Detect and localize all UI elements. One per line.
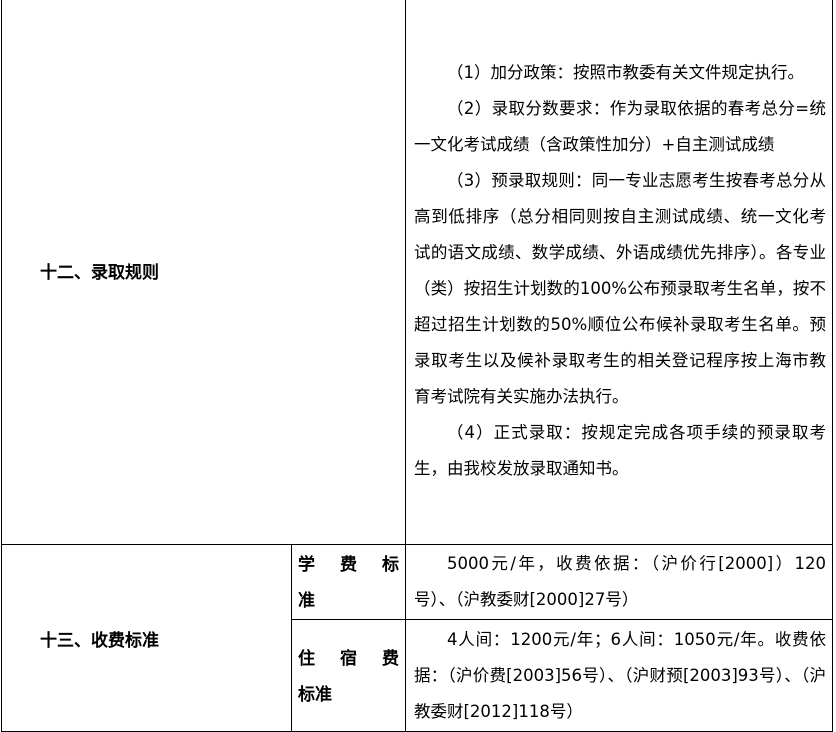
label-tuition-line2: 准: [298, 591, 315, 611]
label-fee-standards: 十三、收费标准: [1, 544, 292, 732]
admission-info-table: 十二、录取规则 （1）加分政策：按照市教委有关文件规定执行。 （2）录取分数要求…: [1, 0, 833, 732]
label-tuition-line1: 学费标: [298, 555, 399, 575]
paragraph-bonus-policy: （1）加分政策：按照市教委有关文件规定执行。: [447, 62, 804, 82]
label-housing-line1: 住宿费: [298, 648, 399, 669]
paragraph-formal-admission: （4）正式录取：按规定完成各项手续的预录取考生，由我校发放录取通知书。: [414, 422, 826, 478]
paragraph-pre-admission-rules: （3）预录取规则：同一专业志愿考生按春考总分从高到低排序（总分相同则按自主测试成…: [414, 170, 826, 406]
label-admission-rules: 十二、录取规则: [1, 0, 406, 545]
paragraph-tuition: 5000元/年，收费依据：（沪价行[2000]）120号）、（沪教委财[2000…: [414, 554, 826, 609]
content-housing: 4人间：1200元/年；6人间：1050元/年。收费依据：（沪价费[2003]5…: [405, 619, 833, 732]
row-admission-rules: 十二、录取规则 （1）加分政策：按照市教委有关文件规定执行。 （2）录取分数要求…: [1, 0, 833, 545]
content-tuition: 5000元/年，收费依据：（沪价行[2000]）120号）、（沪教委财[2000…: [405, 544, 833, 620]
row-tuition: 十三、收费标准 学费标 准 5000元/年，收费依据：（沪价行[2000]）12…: [1, 544, 833, 732]
label-tuition: 学费标 准: [291, 544, 406, 620]
label-housing: 住宿费 标准: [291, 619, 406, 732]
paragraph-housing: 4人间：1200元/年；6人间：1050元/年。收费依据：（沪价费[2003]5…: [414, 629, 826, 721]
paragraph-score-requirement: （2）录取分数要求：作为录取依据的春考总分=统一文化考试成绩（含政策性加分）+自…: [414, 98, 826, 154]
content-admission-rules: （1）加分政策：按照市教委有关文件规定执行。 （2）录取分数要求：作为录取依据的…: [405, 0, 833, 545]
label-housing-line2: 标准: [298, 684, 332, 705]
